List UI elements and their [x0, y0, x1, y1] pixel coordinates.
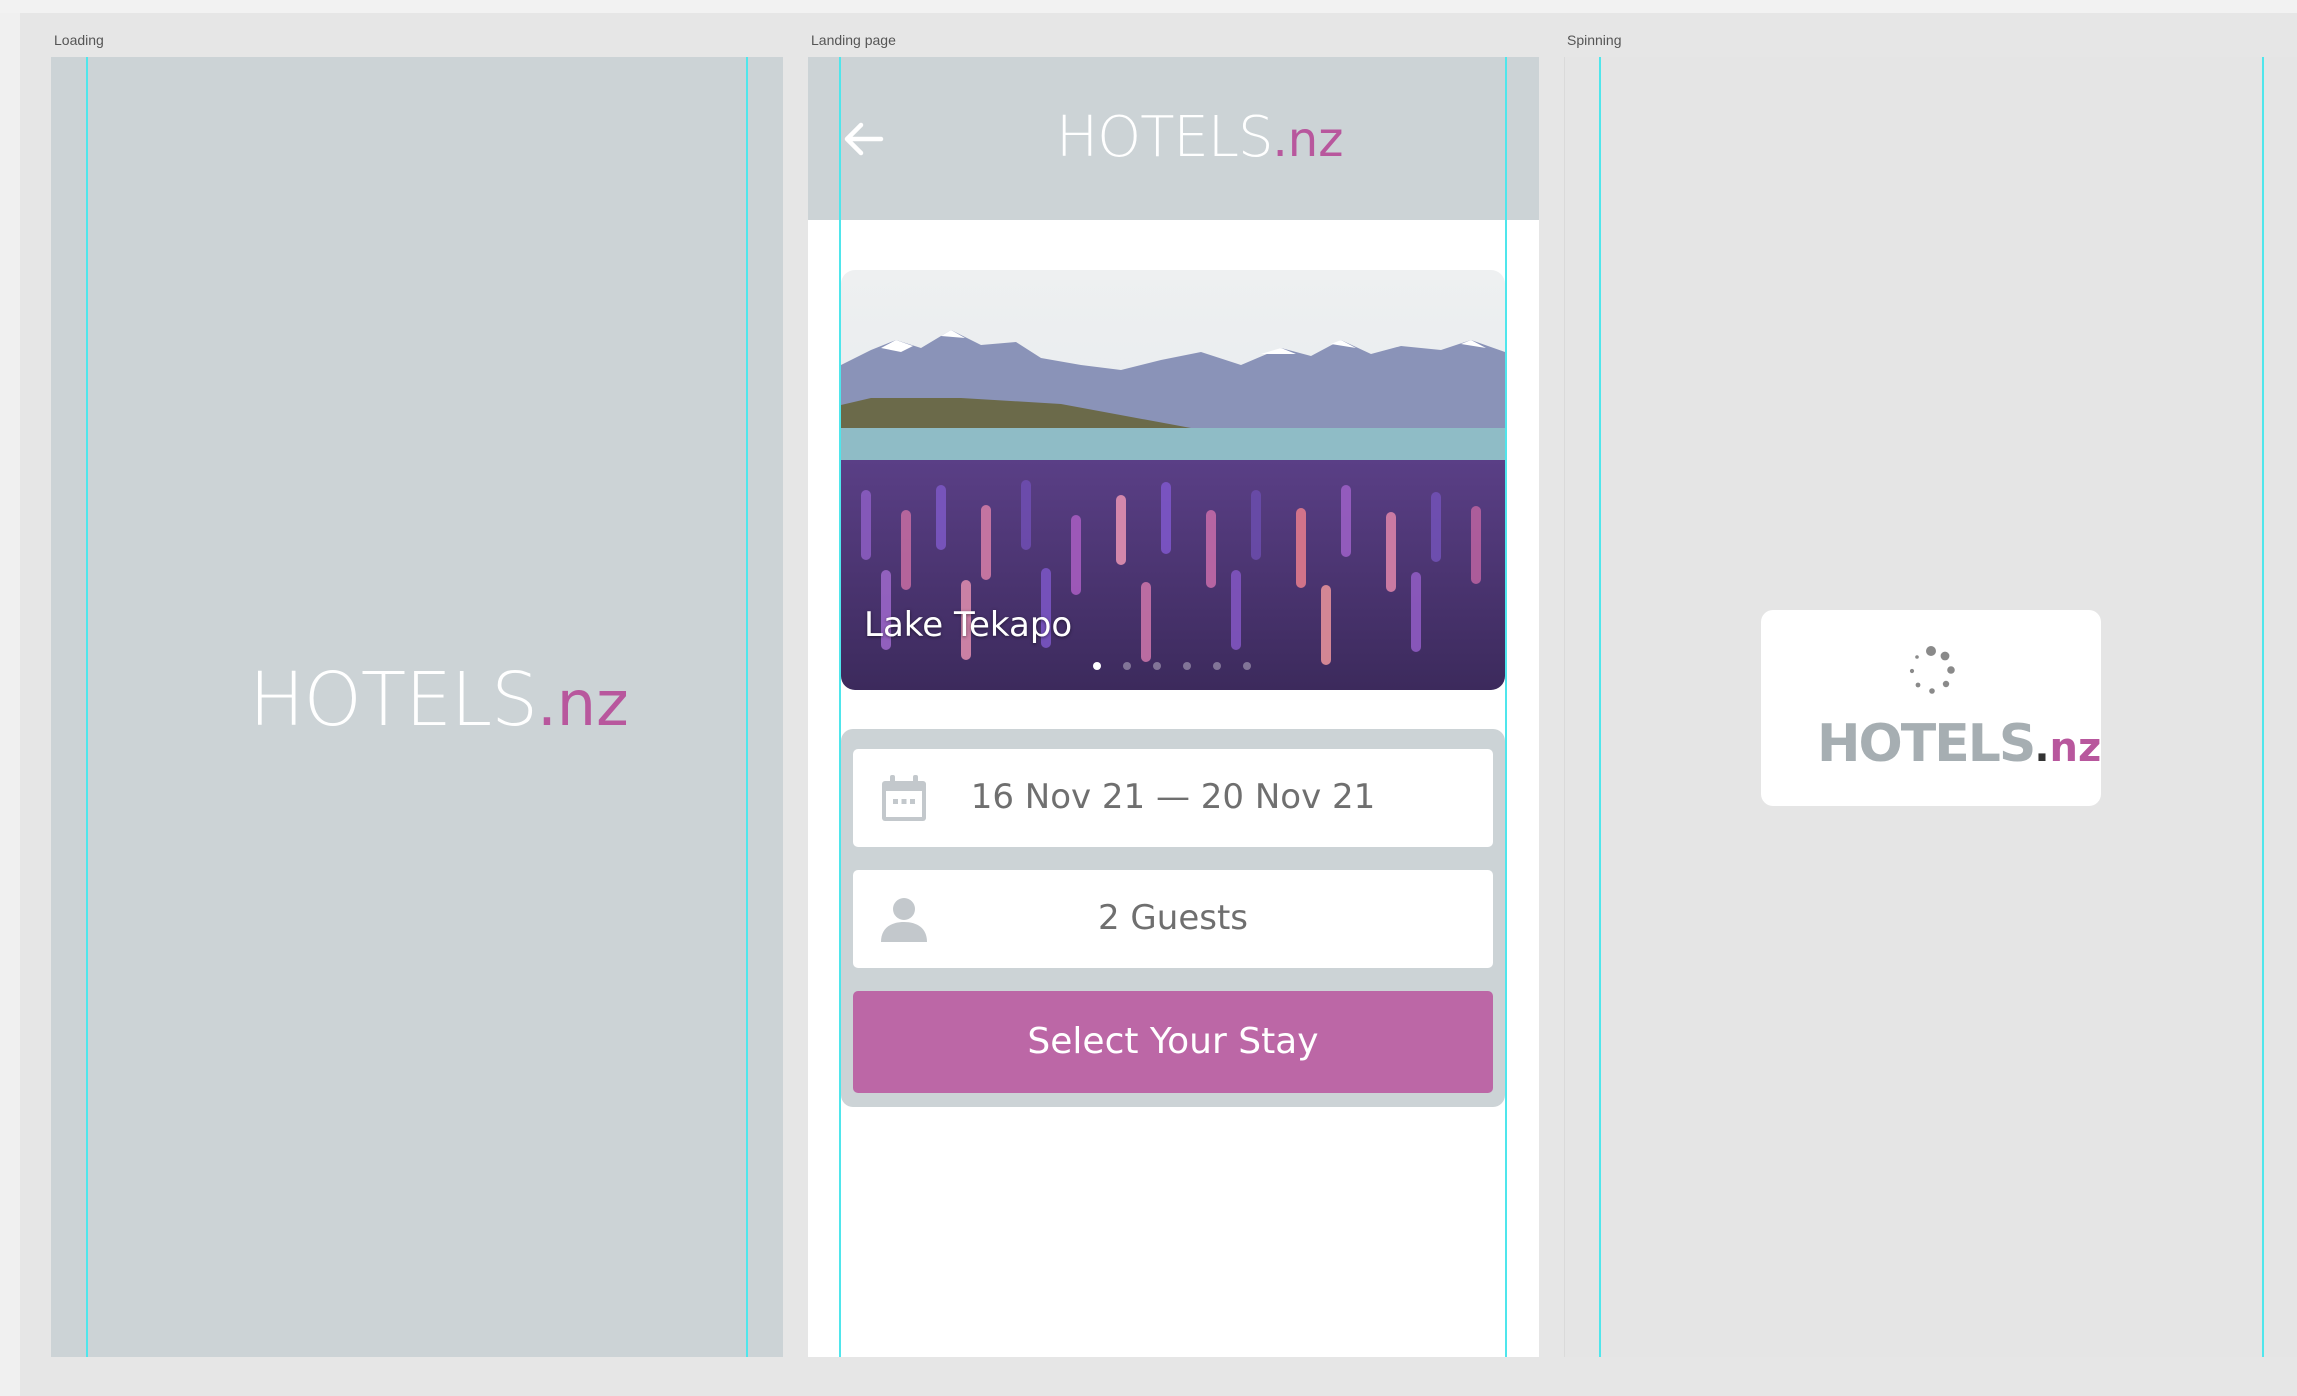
- select-your-stay-label: Select Your Stay: [1027, 1021, 1319, 1062]
- brand-logo: HOTELS.nz: [1817, 714, 2101, 774]
- carousel-dot[interactable]: [1183, 662, 1191, 670]
- canvas-top-strip: [0, 0, 2297, 13]
- carousel-dot[interactable]: [1213, 662, 1221, 670]
- frame-label-loading[interactable]: Loading: [54, 32, 104, 48]
- brand-dot: .: [1272, 112, 1288, 168]
- brand-name: HOTELS: [249, 657, 538, 743]
- date-range-field[interactable]: 16 Nov 21 — 20 Nov 21: [853, 749, 1493, 847]
- hero-title: Lake Tekapo: [864, 605, 1073, 645]
- layout-guide-left: [86, 57, 88, 1357]
- arrow-left-icon[interactable]: [839, 115, 887, 163]
- select-your-stay-button[interactable]: Select Your Stay: [853, 991, 1493, 1093]
- artboard-spinning[interactable]: HOTELS.nz: [1564, 57, 2297, 1357]
- carousel-dot[interactable]: [1243, 662, 1251, 670]
- carousel-pagination: [1093, 662, 1251, 670]
- loading-card: HOTELS.nz: [1761, 610, 2101, 806]
- brand-tld: nz: [556, 667, 629, 740]
- layout-guide-right: [2262, 57, 2264, 1357]
- brand-logo: HOTELS.nz: [1056, 105, 1343, 170]
- brand-name: HOTELS: [1817, 714, 2036, 774]
- layout-guide-right: [746, 57, 748, 1357]
- frame-label-landing[interactable]: Landing page: [811, 32, 896, 48]
- layout-guide-left: [839, 57, 841, 1357]
- canvas-left-strip: [0, 13, 20, 1396]
- carousel-dot[interactable]: [1123, 662, 1131, 670]
- layout-guide-left: [1599, 57, 1601, 1357]
- layout-guide-right: [1505, 57, 1507, 1357]
- brand-logo: HOTELS.nz: [249, 657, 629, 743]
- app-header: HOTELS.nz: [808, 57, 1539, 220]
- frame-label-spinning[interactable]: Spinning: [1567, 32, 1622, 48]
- brand-name: HOTELS: [1056, 105, 1274, 170]
- brand-tld: nz: [1287, 112, 1344, 168]
- brand-tld: nz: [2049, 725, 2102, 771]
- guests-field[interactable]: 2 Guests: [853, 870, 1493, 968]
- brand-dot: .: [537, 667, 557, 740]
- artboard-loading[interactable]: HOTELS.nz: [51, 57, 783, 1357]
- carousel-dot[interactable]: [1093, 662, 1101, 670]
- hero-carousel[interactable]: Lake Tekapo: [841, 270, 1505, 690]
- brand-dot: .: [2034, 725, 2050, 771]
- spinner-icon: [1909, 646, 1955, 694]
- date-range-value: 16 Nov 21 — 20 Nov 21: [970, 777, 1376, 817]
- guests-value: 2 Guests: [1097, 898, 1248, 938]
- booking-panel: 16 Nov 21 — 20 Nov 21 2 Guests Select Yo…: [841, 729, 1505, 1107]
- carousel-dot[interactable]: [1153, 662, 1161, 670]
- artboard-landing-page[interactable]: HOTELS.nz Lake Tekapo 16 Nov 21 — 20 Nov…: [808, 57, 1539, 1357]
